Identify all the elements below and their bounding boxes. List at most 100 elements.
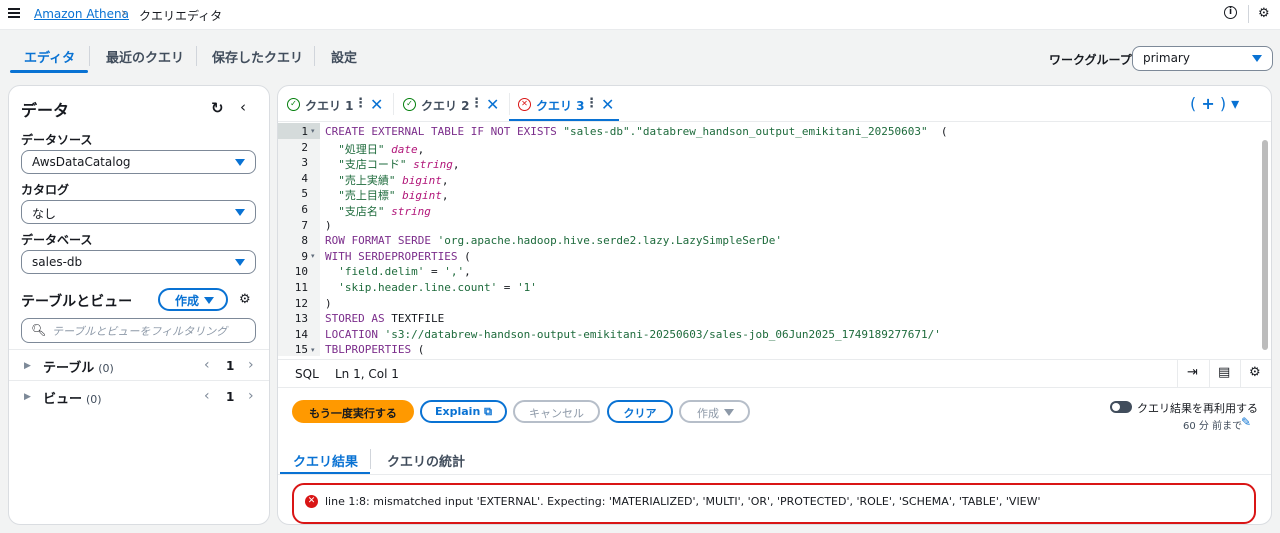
tab-recent-queries[interactable]: 最近のクエリ bbox=[106, 47, 184, 66]
error-icon: ✕ bbox=[305, 495, 318, 508]
code-token: ( bbox=[927, 125, 948, 138]
code-token: STORED AS bbox=[325, 312, 392, 325]
workgroup-select[interactable]: primary bbox=[1132, 46, 1273, 71]
more-options-icon[interactable]: ⋮ bbox=[470, 96, 483, 111]
code-line: "売上実績" bigint, bbox=[325, 172, 448, 188]
divider bbox=[370, 449, 371, 469]
scrollbar[interactable] bbox=[1262, 140, 1268, 350]
line-number: 7 bbox=[301, 219, 308, 232]
create-menu-button[interactable]: 作成 bbox=[679, 400, 750, 423]
divider bbox=[1209, 360, 1210, 387]
format-icon[interactable]: ⇥ bbox=[1187, 365, 1198, 380]
code-token: WITH SERDEPROPERTIES bbox=[325, 250, 465, 263]
code-token: "支店名" bbox=[325, 205, 385, 218]
chevron-left-icon[interactable]: ‹ bbox=[204, 388, 210, 404]
fold-icon[interactable]: ▾ bbox=[311, 346, 315, 354]
breadcrumb-athena-link[interactable]: Amazon Athena bbox=[34, 7, 129, 21]
collapse-panel-icon[interactable]: ‹ bbox=[240, 98, 246, 116]
tab-query-stats[interactable]: クエリの統計 bbox=[387, 451, 465, 470]
query-tab-3[interactable]: クエリ 3 bbox=[536, 97, 585, 114]
keyboard-icon[interactable]: ▤ bbox=[1218, 365, 1230, 380]
create-button[interactable]: 作成 bbox=[158, 288, 228, 311]
editor-status-bar bbox=[278, 359, 1271, 388]
settings-icon[interactable]: ⚙ bbox=[1258, 6, 1270, 21]
reuse-results-toggle[interactable] bbox=[1110, 401, 1132, 413]
tables-count: (0) bbox=[98, 362, 114, 375]
fold-icon[interactable]: ▾ bbox=[311, 252, 315, 260]
code-line: ) bbox=[325, 297, 332, 310]
close-icon[interactable]: ✕ bbox=[486, 95, 499, 114]
edit-icon[interactable]: ✎ bbox=[1241, 415, 1251, 429]
refresh-icon[interactable]: ↻ bbox=[211, 99, 224, 117]
code-token: = bbox=[424, 265, 445, 278]
catalog-select[interactable]: なし bbox=[21, 200, 256, 224]
code-line: CREATE EXTERNAL TABLE IF NOT EXISTS "sal… bbox=[325, 125, 948, 138]
caret-down-icon bbox=[235, 259, 245, 266]
settings-icon[interactable]: ⚙ bbox=[1249, 365, 1261, 380]
line-number: 10 bbox=[294, 265, 308, 278]
tables-views-title: テーブルとビュー bbox=[21, 294, 133, 310]
caret-down-icon bbox=[1252, 55, 1262, 62]
more-options-icon[interactable]: ⋮ bbox=[585, 96, 598, 111]
menu-icon[interactable] bbox=[8, 8, 20, 18]
code-token: ) bbox=[325, 297, 332, 310]
query-tab-1[interactable]: クエリ 1 bbox=[305, 97, 354, 114]
chevron-left-icon[interactable]: ‹ bbox=[204, 357, 210, 373]
add-tab-icon[interactable]: ( + ) ▾ bbox=[1190, 94, 1239, 113]
info-icon[interactable]: i bbox=[1224, 6, 1237, 19]
chevron-right-icon[interactable]: › bbox=[248, 388, 254, 404]
line-number: 12 bbox=[294, 297, 308, 310]
code-token: ( bbox=[417, 343, 425, 356]
expand-caret-icon[interactable]: ▶ bbox=[24, 361, 31, 371]
cursor-position: Ln 1, Col 1 bbox=[335, 367, 399, 381]
line-number: 2 bbox=[301, 141, 308, 154]
code-line: LOCATION 's3://databrew-handson-output-e… bbox=[325, 328, 941, 341]
run-again-button[interactable]: もう一度実行する bbox=[292, 400, 414, 423]
code-token: 'org.apache.hadoop.hive.serde2.lazy.Lazy… bbox=[437, 234, 782, 247]
divider bbox=[393, 93, 394, 115]
code-token: , bbox=[441, 189, 449, 202]
tab-saved-queries[interactable]: 保存したクエリ bbox=[212, 47, 303, 66]
code-token: ( bbox=[464, 250, 471, 263]
cancel-button[interactable]: キャンセル bbox=[513, 400, 600, 423]
chevron-right-icon[interactable]: › bbox=[248, 357, 254, 373]
data-source-label: データソース bbox=[21, 133, 93, 147]
divider bbox=[278, 121, 1271, 122]
close-icon[interactable]: ✕ bbox=[601, 95, 614, 114]
line-number: 13 bbox=[294, 312, 308, 325]
tab-settings[interactable]: 設定 bbox=[331, 47, 357, 66]
line-number: 5 bbox=[301, 187, 308, 200]
create-label: 作成 bbox=[697, 407, 719, 420]
expand-caret-icon[interactable]: ▶ bbox=[24, 392, 31, 402]
database-value: sales-db bbox=[32, 255, 83, 269]
tab-query-results[interactable]: クエリ結果 bbox=[293, 451, 358, 470]
clear-button[interactable]: クリア bbox=[607, 400, 673, 423]
fold-icon[interactable]: ▾ bbox=[311, 127, 315, 135]
close-icon[interactable]: ✕ bbox=[370, 95, 383, 114]
views-node[interactable]: ビュー (0) bbox=[43, 388, 102, 407]
line-number: 14 bbox=[294, 328, 308, 341]
tables-node[interactable]: テーブル (0) bbox=[43, 357, 114, 376]
code-line: "処理日" date, bbox=[325, 141, 424, 157]
caret-down-icon bbox=[204, 297, 214, 304]
line-number: 11 bbox=[294, 281, 308, 294]
code-token: , bbox=[417, 143, 425, 156]
code-token: ) bbox=[325, 219, 332, 232]
code-token: , bbox=[452, 158, 460, 171]
gear-icon[interactable]: ⚙ bbox=[239, 292, 251, 307]
line-number: 6 bbox=[301, 203, 308, 216]
code-token: TEXTFILE bbox=[391, 312, 445, 325]
divider bbox=[278, 474, 1271, 475]
divider bbox=[9, 349, 269, 350]
query-tab-2[interactable]: クエリ 2 bbox=[421, 97, 470, 114]
explain-button[interactable]: Explain ⧉ bbox=[420, 400, 507, 423]
data-source-value: AwsDataCatalog bbox=[32, 155, 131, 169]
database-select[interactable]: sales-db bbox=[21, 250, 256, 274]
code-token: TBLPROPERTIES bbox=[325, 343, 418, 356]
more-options-icon[interactable]: ⋮ bbox=[354, 96, 367, 111]
search-icon: 🔍︎ bbox=[31, 323, 47, 337]
error-message: line 1:8: mismatched input 'EXTERNAL'. E… bbox=[325, 495, 1041, 508]
caret-down-icon bbox=[235, 209, 245, 216]
data-source-select[interactable]: AwsDataCatalog bbox=[21, 150, 256, 174]
tab-editor[interactable]: エディタ bbox=[24, 47, 75, 66]
